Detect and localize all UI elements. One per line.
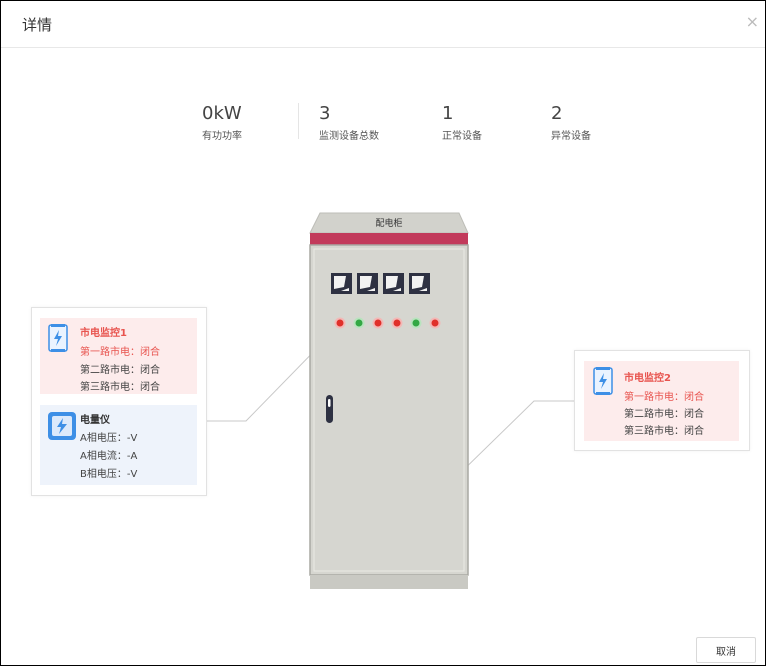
distribution-cabinet: [309, 212, 469, 589]
cabinet-band: [310, 233, 468, 245]
cabinet-body: [309, 244, 469, 576]
power-monitor-icon: [593, 367, 613, 395]
meter-line-1: A相电压：-V: [80, 433, 138, 444]
left-device-card[interactable]: 市电监控1 第一路市电：闭合 第二路市电：闭合 第三路市电：闭合 电量仪 A相电…: [31, 307, 207, 496]
power-monitor-icon: [48, 324, 68, 352]
monitor-panel-2[interactable]: 市电监控2 第一路市电：闭合 第二路市电：闭合 第三路市电：闭合: [584, 361, 739, 441]
monitor-panel-1[interactable]: 市电监控1 第一路市电：闭合 第二路市电：闭合 第三路市电：闭合: [40, 318, 197, 394]
monitor-title: 市电监控2: [624, 373, 671, 384]
monitor-line-3: 第三路市电：闭合: [80, 382, 160, 393]
cabinet-label: 配电柜: [375, 219, 403, 229]
meter-line-2: A相电流：-A: [80, 451, 138, 462]
cabinet-base: [310, 575, 468, 589]
monitor-line-3: 第三路市电：闭合: [624, 426, 704, 437]
monitor-line-2: 第二路市电：闭合: [624, 409, 704, 420]
electric-meter-icon: [48, 412, 76, 440]
cancel-button[interactable]: 取消: [696, 637, 756, 663]
monitor-line-1: 第一路市电：闭合: [624, 392, 704, 403]
meter-title: 电量仪: [80, 415, 110, 426]
meter-line-3: B相电压：-V: [80, 469, 138, 480]
monitor-title: 市电监控1: [80, 328, 127, 339]
monitor-line-1: 第一路市电：闭合: [80, 347, 160, 358]
right-device-card[interactable]: 市电监控2 第一路市电：闭合 第二路市电：闭合 第三路市电：闭合: [574, 350, 750, 451]
meter-panel[interactable]: 电量仪 A相电压：-V A相电流：-A B相电压：-V: [40, 405, 197, 485]
details-dialog: 详情 × 0kW 有功功率 3 监测设备总数 1 正常设备 2 异常设备 配电柜…: [0, 0, 766, 666]
monitor-line-2: 第二路市电：闭合: [80, 365, 160, 376]
